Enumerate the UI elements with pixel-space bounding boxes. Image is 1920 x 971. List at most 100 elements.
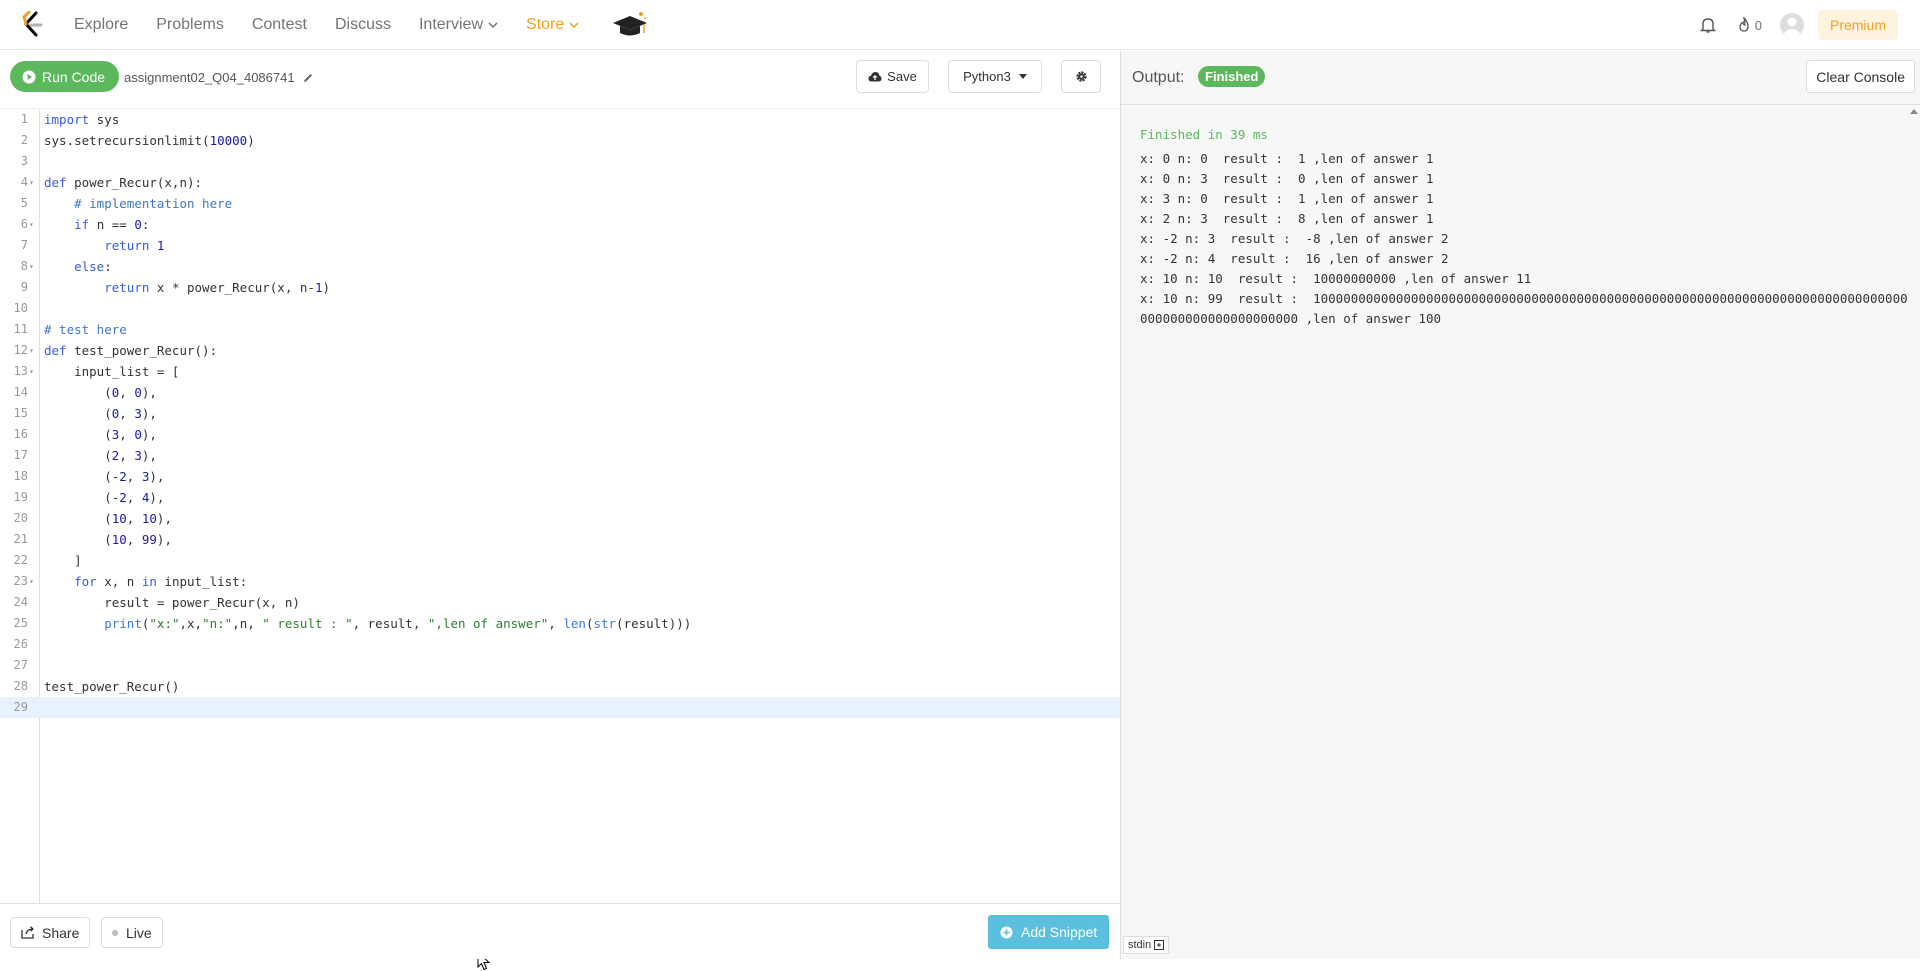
- flame-icon: [1739, 17, 1749, 32]
- code-line[interactable]: 12 ▾ def test_power_Recur():: [0, 340, 1120, 361]
- clear-console-button[interactable]: Clear Console: [1806, 60, 1915, 93]
- share-button[interactable]: Share: [10, 917, 91, 948]
- code-line[interactable]: 10: [0, 298, 1120, 319]
- code-text: ]: [44, 553, 82, 568]
- code-line[interactable]: 9 return x * power_Recur(x, n-1): [0, 277, 1120, 298]
- line-number: 1: [20, 112, 28, 126]
- scroll-up-arrow-icon[interactable]: [1910, 109, 1918, 114]
- cloud-upload-icon: [868, 71, 882, 81]
- line-number: 14: [13, 385, 28, 399]
- run-code-button[interactable]: Run Code: [10, 61, 120, 92]
- settings-button[interactable]: [1061, 60, 1101, 93]
- line-number: 21: [13, 532, 28, 546]
- code-text: return 1: [104, 238, 165, 253]
- user-avatar-icon: [1783, 17, 1800, 37]
- save-button[interactable]: Save: [856, 60, 929, 93]
- code-line[interactable]: 19 (-2, 4),: [0, 487, 1120, 508]
- code-line[interactable]: 23 ▾ for x, n in input_list:: [0, 571, 1120, 592]
- code-line[interactable]: 2 sys.setrecursionlimit(10000): [0, 130, 1120, 151]
- fold-arrow-icon[interactable]: ▾: [29, 172, 34, 193]
- line-number: 23: [13, 574, 28, 588]
- filename: assignment02_Q04_4086741: [124, 70, 314, 85]
- code-line[interactable]: 4 ▾ def power_Recur(x,n):: [0, 172, 1120, 193]
- line-number: 18: [13, 469, 28, 483]
- code-line[interactable]: 26: [0, 634, 1120, 655]
- bell-icon[interactable]: [1699, 16, 1717, 34]
- line-number: 28: [13, 679, 28, 693]
- code-text: import sys: [44, 112, 120, 127]
- language-select[interactable]: Python3: [948, 60, 1042, 93]
- console-output: Finished in 39 ms x: 0 n: 0 result : 1 ,…: [1140, 125, 1910, 329]
- code-line[interactable]: 3: [0, 151, 1120, 172]
- code-text: def test_power_Recur():: [44, 343, 218, 358]
- line-number: 24: [13, 595, 28, 609]
- code-line[interactable]: 7 return 1: [0, 235, 1120, 256]
- code-line[interactable]: 29: [0, 697, 1120, 718]
- add-snippet-button[interactable]: Add Snippet: [988, 915, 1110, 949]
- code-line[interactable]: 8 ▾ else:: [0, 256, 1120, 277]
- code-line[interactable]: 21 (10, 99),: [0, 529, 1120, 550]
- output-line: x: 10 n: 99 result : 1000000000000000000…: [1140, 291, 1908, 326]
- leetcode-logo-icon[interactable]: [20, 11, 46, 39]
- code-line[interactable]: 1 import sys: [0, 109, 1120, 130]
- code-line[interactable]: 22 ]: [0, 550, 1120, 571]
- code-line[interactable]: 24 result = power_Recur(x, n): [0, 592, 1120, 613]
- code-lines[interactable]: 1 import sys 2 sys.setrecursionlimit(10000)…: [0, 109, 1120, 718]
- output-line: x: 0 n: 0 result : 1 ,len of answer 1: [1140, 151, 1434, 166]
- code-line[interactable]: 18 (-2, 3),: [0, 466, 1120, 487]
- fold-arrow-icon[interactable]: ▾: [29, 214, 34, 235]
- output-header: Output: Finished Clear Console: [1121, 51, 1920, 105]
- filename-text: assignment02_Q04_4086741: [124, 70, 295, 85]
- code-line[interactable]: 5 # implementation here: [0, 193, 1120, 214]
- code-line[interactable]: 20 (10, 10),: [0, 508, 1120, 529]
- nav-interview[interactable]: Interview: [419, 16, 498, 34]
- output-line: x: 3 n: 0 result : 1 ,len of answer 1: [1140, 191, 1434, 206]
- code-line[interactable]: 27: [0, 655, 1120, 676]
- nav-discuss[interactable]: Discuss: [335, 16, 391, 34]
- live-button[interactable]: Live: [101, 917, 163, 948]
- code-text: def power_Recur(x,n):: [44, 175, 203, 190]
- code-line[interactable]: 14 (0, 0),: [0, 382, 1120, 403]
- fold-arrow-icon[interactable]: ▾: [29, 361, 34, 382]
- code-text: (10, 10),: [44, 511, 172, 526]
- avatar[interactable]: [1779, 13, 1804, 37]
- stdin-toggle[interactable]: stdin: [1123, 936, 1170, 954]
- code-line[interactable]: 17 (2, 3),: [0, 445, 1120, 466]
- status-badge: Finished: [1198, 66, 1266, 87]
- code-line[interactable]: 6 ▾ if n == 0:: [0, 214, 1120, 235]
- code-line[interactable]: 16 (3, 0),: [0, 424, 1120, 445]
- nav-explore[interactable]: Explore: [74, 16, 128, 34]
- nav-store[interactable]: Store: [526, 16, 579, 34]
- line-number: 2: [20, 133, 28, 147]
- code-text: (0, 0),: [44, 385, 157, 400]
- code-line[interactable]: 15 (0, 3),: [0, 403, 1120, 424]
- code-text: return x * power_Recur(x, n-1): [104, 280, 331, 295]
- code-line[interactable]: 28 test_power_Recur(): [0, 676, 1120, 697]
- output-lines: x: 0 n: 0 result : 1 ,len of answer 1 x: …: [1140, 149, 1910, 329]
- caret-down-icon: [1018, 74, 1027, 79]
- premium-button[interactable]: Premium: [1817, 10, 1898, 40]
- nav-problems[interactable]: Problems: [156, 16, 224, 34]
- graduation-cap-icon[interactable]: [611, 9, 649, 41]
- nav-right: 0 Premium: [1699, 0, 1898, 50]
- fold-arrow-icon[interactable]: ▾: [29, 571, 34, 592]
- line-number: 15: [13, 406, 28, 420]
- output-line: x: 10 n: 10 result : 10000000000 ,len of…: [1140, 271, 1532, 286]
- output-panel: Output: Finished Clear Console Finished …: [1120, 51, 1920, 959]
- code-editor[interactable]: 1 import sys 2 sys.setrecursionlimit(10000)…: [0, 108, 1120, 971]
- share-icon: [21, 926, 34, 939]
- line-number: 26: [13, 637, 28, 651]
- fold-arrow-icon[interactable]: ▾: [29, 340, 34, 361]
- fold-arrow-icon[interactable]: ▾: [29, 256, 34, 277]
- output-title: Output:: [1132, 69, 1185, 86]
- pencil-icon[interactable]: [302, 72, 314, 84]
- code-text: if n == 0:: [74, 217, 150, 232]
- nav-contest[interactable]: Contest: [252, 16, 307, 34]
- gear-icon: [1075, 71, 1087, 82]
- streak-counter[interactable]: 0: [1737, 17, 1762, 33]
- output-line: x: 2 n: 3 result : 8 ,len of answer 1: [1140, 211, 1434, 226]
- code-line[interactable]: 13 ▾ input_list = [: [0, 361, 1120, 382]
- code-line[interactable]: 11 # test here: [0, 319, 1120, 340]
- code-line[interactable]: 25 print("x:",x,"n:",n, " result : ", re…: [0, 613, 1120, 634]
- line-number: 25: [13, 616, 28, 630]
